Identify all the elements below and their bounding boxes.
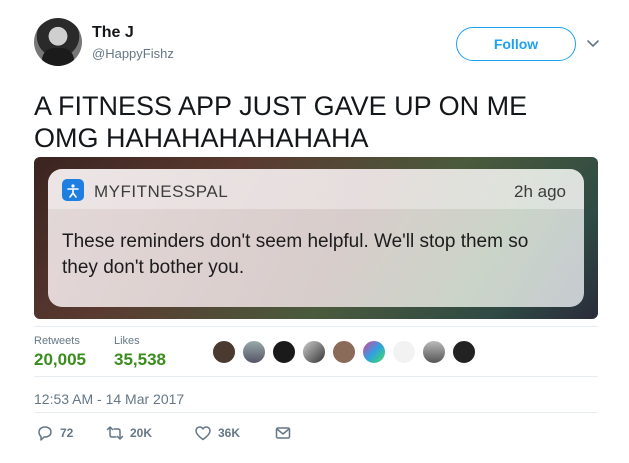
notification-card: MYFITNESSPAL 2h ago These reminders don'… xyxy=(48,169,584,307)
direct-message-action[interactable] xyxy=(274,424,292,442)
avatar[interactable] xyxy=(34,18,82,66)
follow-button[interactable]: Follow xyxy=(456,27,576,61)
tweet-text-line: OMG HAHAHAHAHAHAHA xyxy=(34,123,369,153)
user-handle[interactable]: @HappyFishz xyxy=(92,46,174,61)
liker-avatar[interactable] xyxy=(212,340,236,364)
likes-label[interactable]: Likes xyxy=(114,335,140,347)
notification-time: 2h ago xyxy=(514,182,566,201)
liker-avatar[interactable] xyxy=(242,340,266,364)
retweet-count: 20K xyxy=(130,426,153,440)
liker-avatar[interactable] xyxy=(332,340,356,364)
liker-avatar[interactable] xyxy=(422,340,446,364)
divider xyxy=(34,326,598,327)
likes-count[interactable]: 35,538 xyxy=(114,350,166,370)
liker-avatar[interactable] xyxy=(302,340,326,364)
tweet-timestamp[interactable]: 12:53 AM - 14 Mar 2017 xyxy=(34,391,184,407)
notification-app-name: MYFITNESSPAL xyxy=(94,182,229,201)
reply-icon[interactable] xyxy=(36,424,54,442)
like-action[interactable]: 36K xyxy=(194,424,240,442)
user-name[interactable]: The J xyxy=(92,24,134,42)
divider xyxy=(34,412,598,413)
retweets-label[interactable]: Retweets xyxy=(34,335,80,347)
liker-avatar[interactable] xyxy=(452,340,476,364)
tweet-text-line: A FITNESS APP JUST GAVE UP ON ME xyxy=(34,91,528,121)
reply-count: 72 xyxy=(60,426,74,440)
notification-body: These reminders don't seem helpful. We'l… xyxy=(62,231,529,278)
chevron-down-icon[interactable] xyxy=(584,34,602,52)
divider xyxy=(34,376,598,377)
message-icon[interactable] xyxy=(274,424,292,442)
liker-avatars xyxy=(212,340,482,366)
reply-action[interactable]: 72 xyxy=(36,424,73,442)
retweet-action[interactable]: 20K xyxy=(106,424,152,442)
like-count: 36K xyxy=(218,426,241,440)
tweet-text: A FITNESS APP JUST GAVE UP ON ME OMG HAH… xyxy=(34,90,594,154)
liker-avatar[interactable] xyxy=(392,340,416,364)
like-icon[interactable] xyxy=(194,424,212,442)
myfitnesspal-app-icon xyxy=(62,179,84,201)
liker-avatar[interactable] xyxy=(272,340,296,364)
liker-avatar[interactable] xyxy=(362,340,386,364)
retweet-icon[interactable] xyxy=(106,424,124,442)
tweet-media-image[interactable]: MYFITNESSPAL 2h ago These reminders don'… xyxy=(34,157,598,319)
retweets-count[interactable]: 20,005 xyxy=(34,350,86,370)
